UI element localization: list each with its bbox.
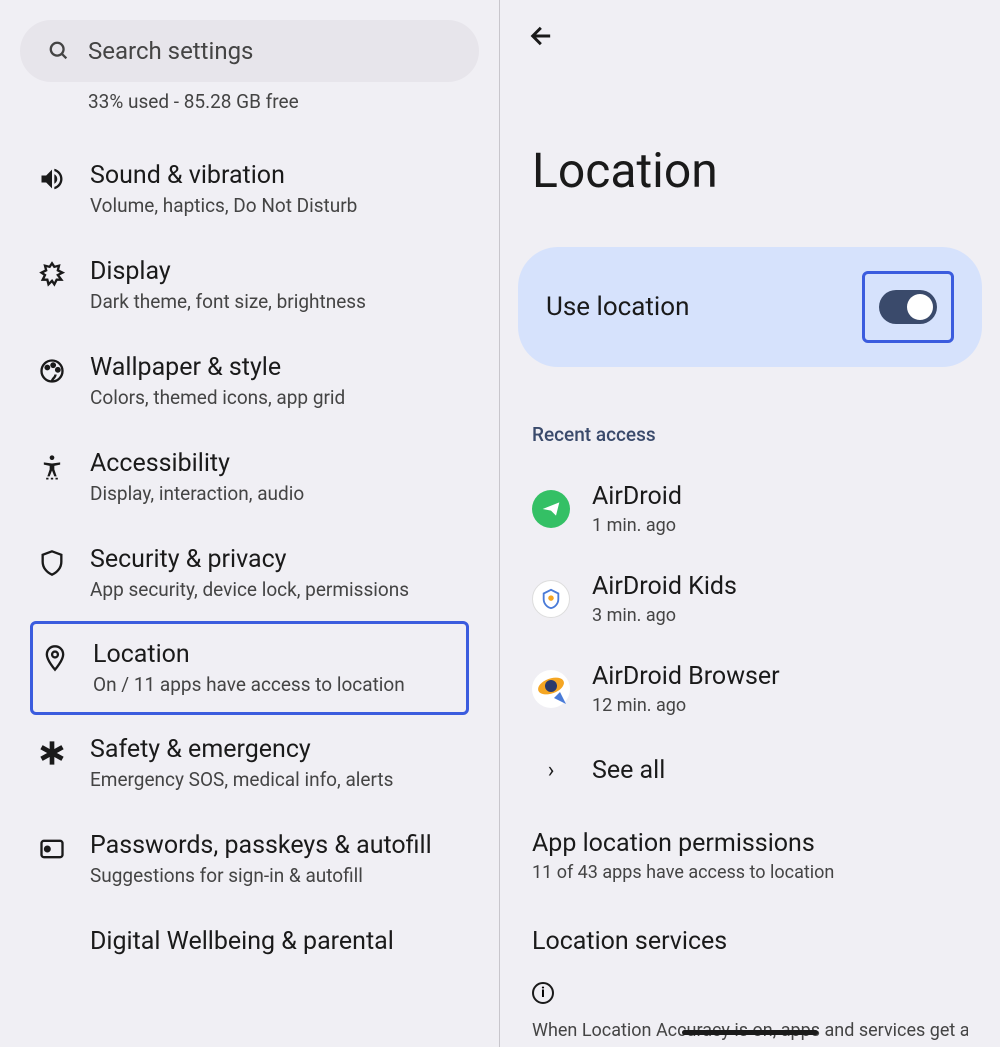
toggle-highlight — [862, 271, 954, 343]
volume-icon — [38, 165, 66, 193]
search-bar[interactable] — [20, 20, 479, 82]
sidebar-item-subtitle: Dark theme, font size, brightness — [90, 290, 479, 313]
sidebar-item-subtitle: On / 11 apps have access to location — [93, 673, 446, 696]
location-services-header[interactable]: Location services — [532, 927, 1000, 956]
sidebar-item-display[interactable]: Display Dark theme, font size, brightnes… — [0, 237, 499, 333]
sidebar-item-accessibility[interactable]: Accessibility Display, interaction, audi… — [0, 429, 499, 525]
palette-icon — [38, 357, 66, 385]
app-time: 12 min. ago — [592, 695, 1000, 716]
sidebar-item-sound[interactable]: Sound & vibration Volume, haptics, Do No… — [0, 141, 499, 237]
use-location-card: Use location — [518, 247, 982, 367]
sidebar-item-title: Accessibility — [90, 449, 479, 478]
back-button[interactable] — [528, 22, 556, 50]
sidebar-item-subtitle: App security, device lock, permissions — [90, 578, 479, 601]
see-all-label: See all — [592, 756, 665, 785]
wellbeing-icon — [38, 931, 66, 959]
app-time: 1 min. ago — [592, 515, 1000, 536]
info-icon-wrap: i — [532, 982, 1000, 1004]
sidebar-item-passwords[interactable]: Passwords, passkeys & autofill Suggestio… — [0, 811, 499, 907]
app-name: AirDroid Browser — [592, 662, 1000, 691]
page-title: Location — [532, 142, 1000, 199]
app-location-permissions[interactable]: App location permissions 11 of 43 apps h… — [500, 807, 1000, 905]
sidebar-item-title: Digital Wellbeing & parental — [90, 927, 479, 956]
asterisk-icon — [38, 739, 66, 767]
info-icon: i — [532, 982, 554, 1004]
sidebar-item-subtitle: Colors, themed icons, app grid — [90, 386, 479, 409]
sidebar-item-subtitle: Display, interaction, audio — [90, 482, 479, 505]
brightness-icon — [38, 261, 66, 289]
app-time: 3 min. ago — [592, 605, 1000, 626]
airdroid-icon — [532, 490, 570, 528]
nav-bar-handle[interactable] — [682, 1030, 818, 1035]
recent-app-airdroid[interactable]: AirDroid 1 min. ago — [500, 464, 1000, 554]
sidebar-item-subtitle: Volume, haptics, Do Not Disturb — [90, 194, 479, 217]
see-all-button[interactable]: › See all — [500, 734, 1000, 807]
detail-panel: Location Use location Recent access AirD… — [500, 0, 1000, 1047]
sidebar-item-subtitle: Suggestions for sign-in & autofill — [90, 864, 479, 887]
app-name: AirDroid Kids — [592, 572, 1000, 601]
toggle-knob — [907, 294, 933, 320]
permissions-subtitle: 11 of 43 apps have access to location — [532, 862, 1000, 883]
storage-info: 33% used - 85.28 GB free — [88, 90, 499, 113]
sidebar-item-title: Display — [90, 257, 479, 286]
sidebar-item-title: Sound & vibration — [90, 161, 479, 190]
airdroid-kids-icon — [532, 580, 570, 618]
toggle-label: Use location — [546, 292, 689, 322]
accessibility-icon — [38, 453, 66, 481]
settings-sidebar: 33% used - 85.28 GB free Sound & vibrati… — [0, 0, 500, 1047]
recent-access-header: Recent access — [532, 423, 1000, 446]
sidebar-item-subtitle: Emergency SOS, medical info, alerts — [90, 768, 479, 791]
location-icon — [41, 644, 69, 672]
sidebar-item-title: Location — [93, 640, 446, 669]
sidebar-item-title: Wallpaper & style — [90, 353, 479, 382]
key-icon — [38, 835, 66, 863]
search-input[interactable] — [88, 37, 451, 65]
sidebar-item-title: Security & privacy — [90, 545, 479, 574]
sidebar-item-location[interactable]: Location On / 11 apps have access to loc… — [30, 621, 469, 715]
app-name: AirDroid — [592, 482, 1000, 511]
recent-app-airdroid-browser[interactable]: AirDroid Browser 12 min. ago — [500, 644, 1000, 734]
sidebar-item-wallpaper[interactable]: Wallpaper & style Colors, themed icons, … — [0, 333, 499, 429]
search-icon — [48, 40, 70, 62]
recent-app-airdroid-kids[interactable]: AirDroid Kids 3 min. ago — [500, 554, 1000, 644]
use-location-toggle[interactable] — [879, 290, 937, 324]
sidebar-item-security[interactable]: Security & privacy App security, device … — [0, 525, 499, 621]
chevron-right-icon: › — [532, 758, 570, 783]
sidebar-item-wellbeing[interactable]: Digital Wellbeing & parental — [0, 907, 499, 980]
shield-icon — [38, 549, 66, 577]
sidebar-item-title: Passwords, passkeys & autofill — [90, 831, 479, 860]
sidebar-item-safety[interactable]: Safety & emergency Emergency SOS, medica… — [0, 715, 499, 811]
airdroid-browser-icon — [532, 670, 570, 708]
permissions-title: App location permissions — [532, 829, 1000, 858]
sidebar-item-title: Safety & emergency — [90, 735, 479, 764]
